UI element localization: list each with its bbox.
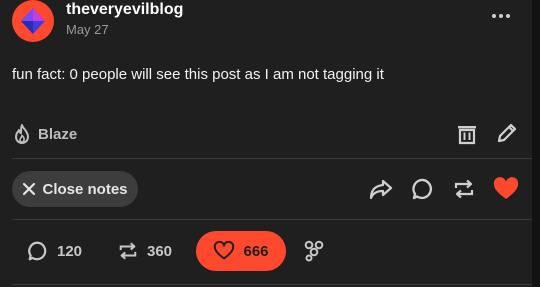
- likes-tab[interactable]: 666: [196, 231, 286, 271]
- replies-tab[interactable]: 120: [27, 237, 82, 265]
- blaze-label: Blaze: [38, 125, 78, 143]
- delete-button[interactable]: [454, 121, 480, 147]
- blog-name-link[interactable]: theveryevilblog: [66, 1, 183, 19]
- close-notes-button[interactable]: Close notes: [12, 171, 138, 207]
- replies-count: 120: [57, 242, 83, 260]
- close-notes-label: Close notes: [42, 180, 128, 198]
- heart-outline-icon: [214, 241, 235, 260]
- reblog-icon: [454, 179, 474, 199]
- blaze-button[interactable]: Blaze: [12, 122, 77, 146]
- trash-icon: [458, 126, 476, 145]
- post-card: theveryevilblog May 27 fun fact: 0 peopl…: [0, 0, 532, 287]
- flame-icon: [15, 124, 29, 144]
- post-date: May 27: [66, 22, 109, 37]
- reply-icon: [412, 178, 433, 200]
- edit-button[interactable]: [494, 120, 520, 146]
- heart-icon: [493, 177, 519, 199]
- reply-icon: [28, 241, 47, 261]
- blog-avatar[interactable]: [12, 0, 54, 42]
- divider: [12, 284, 532, 285]
- page-scrollbar[interactable]: [532, 0, 540, 287]
- divider: [12, 158, 532, 159]
- post-body-text: fun fact: 0 people will see this post as…: [12, 66, 384, 83]
- divider: [12, 219, 532, 220]
- pencil-icon: [497, 123, 517, 143]
- reblog-icon: [119, 242, 137, 260]
- reactions-icon: [304, 240, 324, 262]
- reblog-button[interactable]: [451, 176, 477, 202]
- more-icon: [492, 14, 510, 18]
- share-button[interactable]: [368, 176, 394, 202]
- more-options-button[interactable]: [489, 6, 513, 26]
- like-button[interactable]: [493, 176, 519, 202]
- close-icon: [23, 182, 36, 196]
- reblogs-count: 360: [147, 242, 173, 260]
- likes-count: 666: [243, 242, 269, 260]
- reply-button[interactable]: [410, 176, 436, 202]
- share-icon: [369, 179, 393, 200]
- reblogs-tab[interactable]: 360: [117, 237, 172, 265]
- avatar-logo-icon: [21, 8, 45, 34]
- reactions-tab[interactable]: [301, 238, 327, 264]
